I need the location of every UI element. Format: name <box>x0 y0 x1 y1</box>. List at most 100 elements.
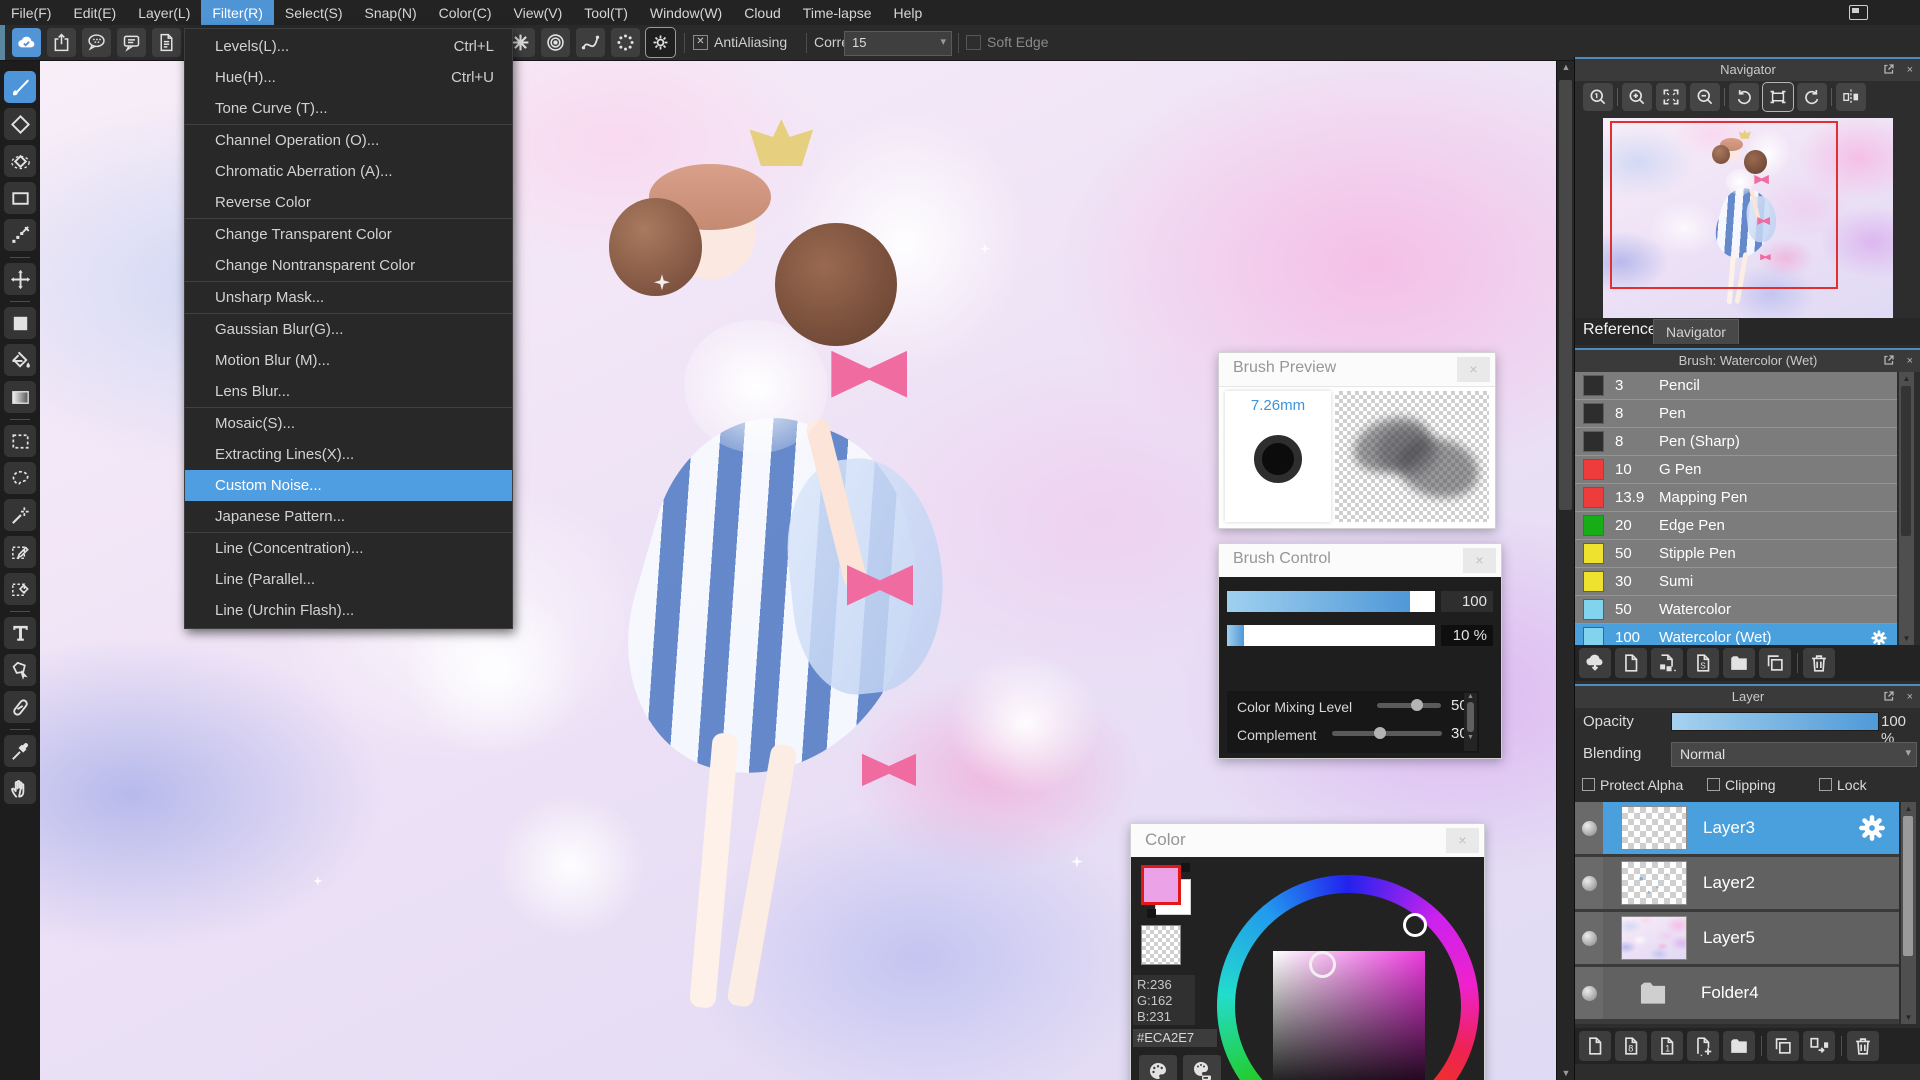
menu-help[interactable]: Help <box>883 0 934 25</box>
navigator-view-frame[interactable] <box>1610 121 1838 289</box>
snap-concentric-icon[interactable] <box>541 28 570 57</box>
scroll-down-icon[interactable]: ▼ <box>1901 1013 1916 1022</box>
opacity-slider[interactable] <box>1671 712 1879 731</box>
document-icon[interactable] <box>152 28 181 57</box>
add-layer-menu-icon[interactable] <box>1687 1031 1719 1061</box>
zoom-100-icon[interactable] <box>1583 83 1613 111</box>
tool-rectangle[interactable] <box>4 182 36 214</box>
menu-snap[interactable]: Snap(N) <box>354 0 428 25</box>
reset-view-icon[interactable] <box>1762 82 1794 112</box>
tool-text[interactable] <box>4 617 36 649</box>
menu-item-levels[interactable]: Levels(L)... Ctrl+L <box>185 31 512 62</box>
tool-soft-eraser[interactable] <box>4 145 36 177</box>
tool-magic-wand[interactable] <box>4 499 36 531</box>
flip-horizontal-icon[interactable] <box>1836 83 1866 111</box>
param-slider[interactable] <box>1377 699 1441 711</box>
menu-item-change-nontransparent-color[interactable]: Change Nontransparent Color <box>185 250 512 281</box>
brush-cloud-download-icon[interactable] <box>1579 648 1611 678</box>
saturation-value-square[interactable] <box>1273 951 1425 1080</box>
zoom-out-icon[interactable] <box>1690 83 1720 111</box>
zoom-in-icon[interactable] <box>1622 83 1652 111</box>
new-layer-icon[interactable] <box>1579 1031 1611 1061</box>
brush-duplicate-icon[interactable] <box>1759 648 1791 678</box>
antialiasing-checkbox[interactable]: ✕ <box>693 35 708 50</box>
new-8bit-layer-icon[interactable] <box>1615 1031 1647 1061</box>
tool-divide[interactable] <box>4 691 36 723</box>
tool-fill-rect[interactable] <box>4 307 36 339</box>
fit-screen-icon[interactable] <box>1656 83 1686 111</box>
brush-folder-icon[interactable] <box>1723 648 1755 678</box>
close-icon[interactable]: × <box>1463 548 1496 573</box>
menu-select[interactable]: Select(S) <box>274 0 354 25</box>
scroll-up-icon[interactable]: ▲ <box>1464 693 1477 700</box>
layer-row[interactable]: Layer5 <box>1575 912 1899 964</box>
menu-file[interactable]: File(F) <box>0 0 62 25</box>
tool-dot-pen[interactable] <box>4 219 36 251</box>
menu-item-line-urchin-flash[interactable]: Line (Urchin Flash)... <box>185 595 512 626</box>
menu-cloud[interactable]: Cloud <box>733 0 792 25</box>
menu-layer[interactable]: Layer(L) <box>127 0 201 25</box>
layer-visibility-toggle[interactable] <box>1575 857 1603 909</box>
duplicate-layer-icon[interactable] <box>1767 1031 1799 1061</box>
tool-gradient[interactable] <box>4 381 36 413</box>
brush-script-icon[interactable] <box>1687 648 1719 678</box>
brush-new-icon[interactable] <box>1615 648 1647 678</box>
tool-brush[interactable] <box>4 71 36 103</box>
tool-select-rect[interactable] <box>4 425 36 457</box>
hue-selector[interactable] <box>1403 913 1427 937</box>
correction-dropdown[interactable]: 15 ▾ <box>844 31 952 56</box>
brush-row[interactable]: 8 Pen (Sharp) <box>1575 428 1897 456</box>
scroll-up-icon[interactable]: ▲ <box>1901 804 1916 813</box>
workspace-window-icon[interactable] <box>1849 5 1868 20</box>
menu-tool[interactable]: Tool(T) <box>573 0 639 25</box>
lock-checkbox[interactable] <box>1819 778 1832 791</box>
menu-item-unsharp-mask[interactable]: Unsharp Mask... <box>185 282 512 313</box>
scroll-down-icon[interactable]: ▼ <box>1464 734 1477 741</box>
scrollbar-thumb[interactable] <box>1903 816 1913 956</box>
brush-row[interactable]: 50 Watercolor <box>1575 596 1897 624</box>
brush-list-scrollbar[interactable]: ▲ ▼ <box>1899 372 1914 645</box>
popout-icon[interactable] <box>1883 690 1895 702</box>
canvas-vertical-scrollbar[interactable]: ▲ ▼ <box>1556 60 1575 1080</box>
export-icon[interactable] <box>47 28 76 57</box>
menu-item-tone-curve[interactable]: Tone Curve (T)... <box>185 93 512 124</box>
menu-timelapse[interactable]: Time-lapse <box>792 0 883 25</box>
menu-view[interactable]: View(V) <box>503 0 574 25</box>
menu-window[interactable]: Window(W) <box>639 0 733 25</box>
transfer-layer-icon[interactable] <box>1803 1031 1835 1061</box>
menu-item-japanese-pattern[interactable]: Japanese Pattern... <box>185 501 512 532</box>
tool-eyedropper[interactable] <box>4 735 36 767</box>
menu-item-line-concentration[interactable]: Line (Concentration)... <box>185 533 512 564</box>
new-folder-icon[interactable] <box>1723 1031 1755 1061</box>
brush-opacity-slider[interactable] <box>1227 625 1435 646</box>
soft-edge-checkbox[interactable] <box>966 35 981 50</box>
tool-operation[interactable] <box>4 654 36 686</box>
brush-row-selected[interactable]: 100 Watercolor (Wet) <box>1575 624 1897 645</box>
brush-row[interactable]: 10 G Pen <box>1575 456 1897 484</box>
menu-item-extracting-lines[interactable]: Extracting Lines(X)... <box>185 439 512 470</box>
rotate-ccw-icon[interactable] <box>1729 83 1759 111</box>
transparent-color-button[interactable] <box>1141 925 1181 965</box>
menu-item-line-parallel[interactable]: Line (Parallel... <box>185 564 512 595</box>
tool-hand[interactable] <box>4 772 36 804</box>
menu-edit[interactable]: Edit(E) <box>62 0 127 25</box>
layer-list-scrollbar[interactable]: ▲ ▼ <box>1901 802 1916 1024</box>
brush-row[interactable]: 13.9 Mapping Pen <box>1575 484 1897 512</box>
menu-filter[interactable]: Filter(R) <box>201 0 274 25</box>
layer-row[interactable]: Layer2 <box>1575 857 1899 909</box>
layer-settings-gear-icon[interactable] <box>1855 811 1889 845</box>
menu-item-change-transparent-color[interactable]: Change Transparent Color <box>185 219 512 250</box>
layer-row-selected[interactable]: Layer3 <box>1575 802 1899 854</box>
protect-alpha-checkbox[interactable] <box>1582 778 1595 791</box>
menu-color[interactable]: Color(C) <box>428 0 503 25</box>
menu-item-chromatic-aberration[interactable]: Chromatic Aberration (A)... <box>185 156 512 187</box>
comment-bubble-icon[interactable] <box>117 28 146 57</box>
layer-row[interactable]: Folder4 <box>1575 967 1899 1019</box>
brush-size-slider[interactable] <box>1227 591 1435 612</box>
brush-row[interactable]: 8 Pen <box>1575 400 1897 428</box>
brush-control-title-bar[interactable]: Brush Control × <box>1219 544 1501 578</box>
cloud-check-icon[interactable] <box>12 28 41 57</box>
menu-item-hue[interactable]: Hue(H)... Ctrl+U <box>185 62 512 93</box>
close-icon[interactable]: × <box>1446 828 1479 853</box>
snap-settings-gear-icon[interactable] <box>645 27 676 58</box>
